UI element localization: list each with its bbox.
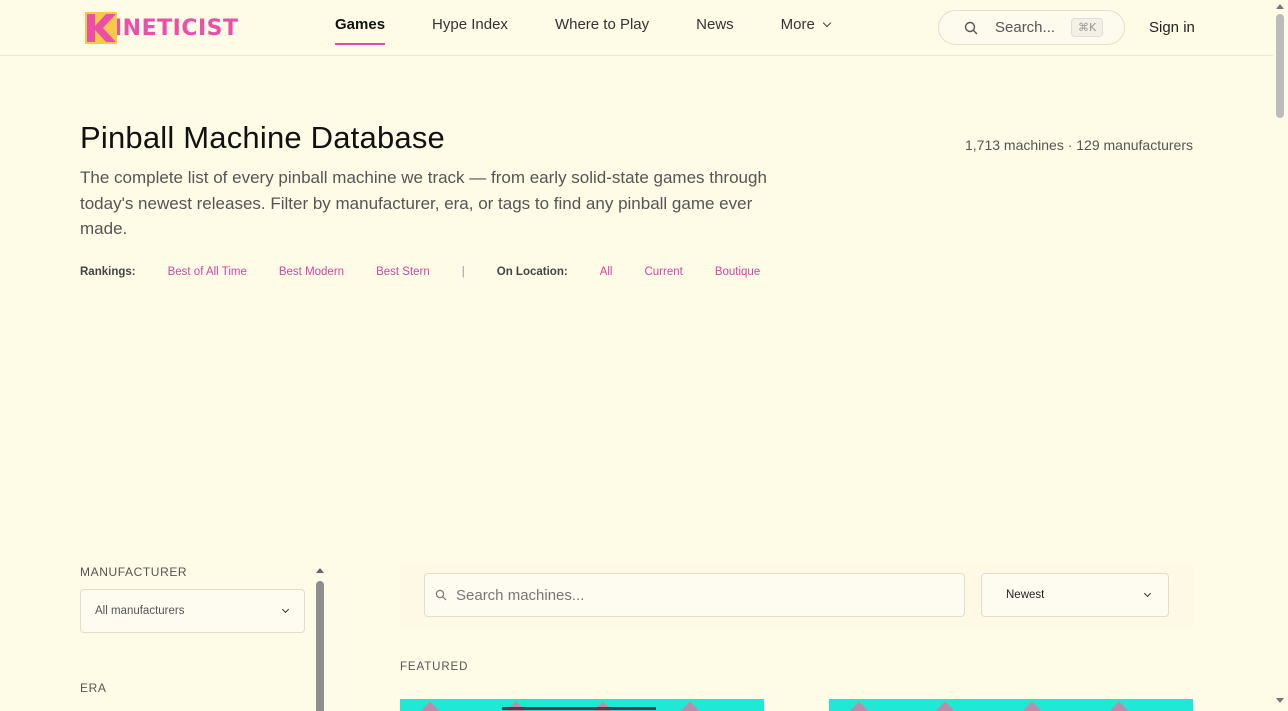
scroll-up-arrow-icon[interactable] xyxy=(316,568,324,573)
ranking-link-best-modern[interactable]: Best Modern xyxy=(279,266,344,278)
nav-hype-index[interactable]: Hype Index xyxy=(432,0,508,45)
sort-select-value: Newest xyxy=(1006,589,1045,601)
nav-games[interactable]: Games xyxy=(335,0,386,45)
sort-select[interactable]: Newest xyxy=(981,573,1169,617)
card-art-decoration xyxy=(502,707,656,710)
location-link-all[interactable]: All xyxy=(600,266,613,278)
page-scrollbar[interactable] xyxy=(1273,0,1288,711)
chevron-down-icon xyxy=(281,605,290,613)
filter-sidebar: MANUFACTURER All manufacturers ERA xyxy=(80,565,305,695)
card-art-decoration xyxy=(936,701,954,711)
card-art-decoration xyxy=(421,701,439,711)
logo-text: INETICIST xyxy=(114,15,239,41)
chevron-down-icon xyxy=(822,18,832,28)
sign-in-link[interactable]: Sign in xyxy=(1149,19,1195,36)
kineticist-logo[interactable]: INETICIST xyxy=(84,11,239,45)
global-search-placeholder: Search... xyxy=(995,19,1056,36)
nav-news[interactable]: News xyxy=(696,0,734,45)
card-art-decoration xyxy=(1023,701,1041,711)
manufacturer-select-value: All manufacturers xyxy=(95,605,185,617)
sidebar-scrollbar[interactable] xyxy=(316,565,324,711)
rankings-label: Rankings: xyxy=(80,266,136,278)
global-search-button[interactable]: Search... ⌘K xyxy=(938,10,1125,45)
location-link-current[interactable]: Current xyxy=(644,266,682,278)
machine-counts: 1,713 machines · 129 manufacturers xyxy=(964,137,1193,153)
rankings-separator: | xyxy=(461,266,465,278)
on-location-label: On Location: xyxy=(496,266,568,278)
nav-more[interactable]: More xyxy=(780,0,832,45)
featured-card[interactable] xyxy=(400,699,764,711)
rankings-links: Rankings: Best of All Time Best Modern B… xyxy=(80,266,792,278)
search-icon xyxy=(435,589,447,601)
logo-mark-icon xyxy=(85,12,117,44)
sidebar-scroll-thumb[interactable] xyxy=(316,581,324,711)
page-title: Pinball Machine Database xyxy=(80,120,445,155)
featured-heading: FEATURED xyxy=(400,661,469,673)
machine-search-placeholder: Search machines... xyxy=(456,586,585,604)
top-navigation: INETICIST Games Hype Index Where to Play… xyxy=(0,0,1273,56)
search-shortcut-badge: ⌘K xyxy=(1071,18,1104,37)
manufacturer-heading: MANUFACTURER xyxy=(80,565,188,579)
manufacturer-select[interactable]: All manufacturers xyxy=(80,589,305,633)
card-art-decoration xyxy=(681,701,699,711)
chevron-down-icon xyxy=(1143,589,1152,597)
scroll-down-arrow-icon[interactable] xyxy=(1276,698,1284,703)
card-art-decoration xyxy=(1110,701,1128,711)
card-art-decoration xyxy=(850,701,868,711)
ranking-link-best-of-all-time[interactable]: Best of All Time xyxy=(168,266,247,278)
era-heading: ERA xyxy=(80,681,107,695)
ranking-link-best-stern[interactable]: Best Stern xyxy=(376,266,430,278)
scroll-up-arrow-icon[interactable] xyxy=(1276,4,1284,9)
nav-more-label: More xyxy=(780,16,815,33)
page-description: The complete list of every pinball machi… xyxy=(80,168,767,238)
featured-card[interactable] xyxy=(829,699,1193,711)
main-nav: Games Hype Index Where to Play News More xyxy=(335,0,877,56)
nav-where-to-play[interactable]: Where to Play xyxy=(555,0,649,45)
location-link-boutique[interactable]: Boutique xyxy=(715,266,760,278)
search-icon xyxy=(964,21,978,34)
page-scroll-thumb[interactable] xyxy=(1276,14,1284,118)
machine-filter-bar: Search machines... Newest xyxy=(400,563,1193,627)
machine-search-input[interactable]: Search machines... xyxy=(424,573,965,617)
